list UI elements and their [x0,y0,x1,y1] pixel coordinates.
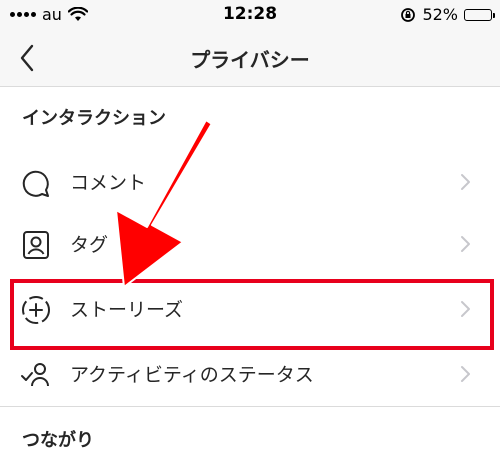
rotation-lock-icon [401,7,416,22]
comment-icon [22,170,49,197]
row-label: タグ [70,234,109,256]
tag-person-icon [23,231,49,259]
activity-status-icon [21,363,49,387]
section-header-connections: つながり [22,430,94,451]
row-tags[interactable]: タグ [0,213,500,275]
row-label: ストーリーズ [70,299,184,321]
chevron-right-icon [461,236,470,252]
status-right: 52% [400,5,495,24]
story-add-icon [22,296,50,324]
chevron-right-icon [461,301,470,317]
battery-icon [464,8,495,21]
row-label: アクティビティのステータス [70,364,314,386]
section-divider [0,406,500,407]
chevron-right-icon [461,174,470,190]
section-header-interaction: インタラクション [22,108,166,129]
row-activity-status[interactable]: アクティビティのステータス [0,343,500,405]
battery-percent: 52% [422,5,458,24]
nav-bar: プライバシー [0,30,500,87]
chevron-right-icon [461,366,470,382]
row-stories[interactable]: ストーリーズ [0,278,500,340]
page-title: プライバシー [190,48,310,72]
status-bar: au 12:28 52% [0,0,500,30]
row-label: コメント [70,172,147,194]
row-comments[interactable]: コメント [0,151,500,213]
